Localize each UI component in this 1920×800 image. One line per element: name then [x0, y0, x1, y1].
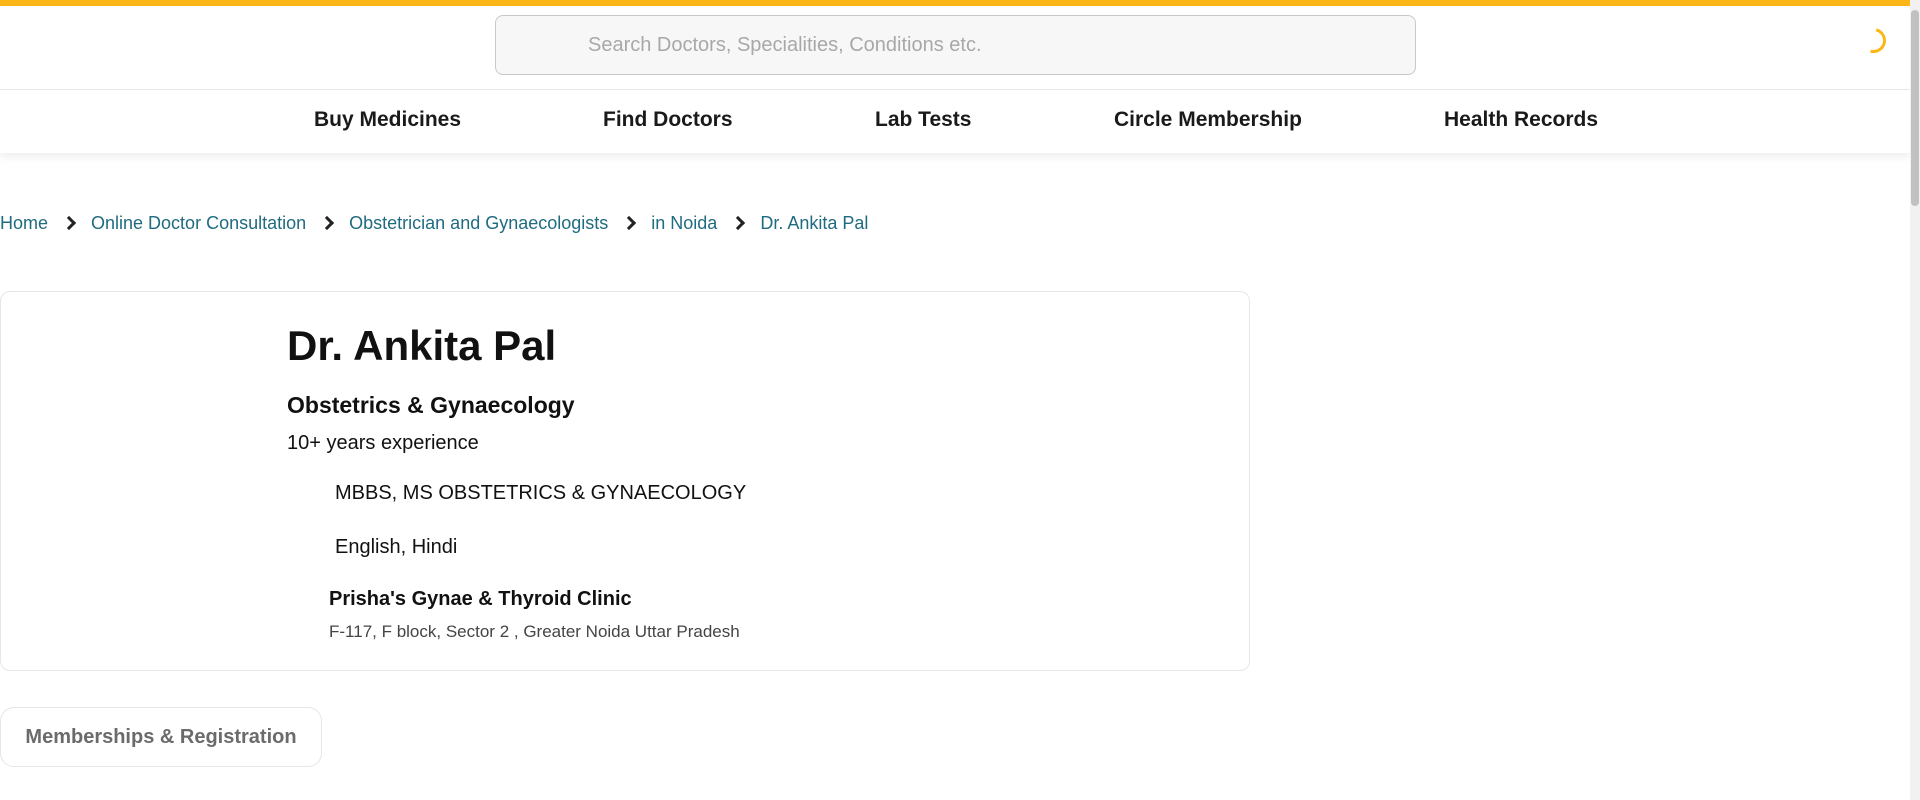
doctor-speciality: Obstetrics & Gynaecology [287, 392, 575, 418]
doctor-languages: English, Hindi [335, 536, 458, 558]
nav-circle-membership[interactable]: Circle Membership [1114, 108, 1302, 132]
site-header [0, 6, 1910, 90]
search-box[interactable] [495, 15, 1416, 75]
breadcrumb-online-consultation[interactable]: Online Doctor Consultation [91, 213, 306, 234]
breadcrumb-city[interactable]: in Noida [651, 213, 717, 234]
nav-lab-tests[interactable]: Lab Tests [875, 108, 971, 132]
breadcrumb: Home Online Doctor Consultation Obstetri… [0, 212, 868, 234]
chevron-right-icon [731, 215, 746, 231]
scrollbar-thumb[interactable] [1911, 10, 1919, 206]
nav-health-records[interactable]: Health Records [1444, 108, 1598, 132]
chevron-right-icon [622, 215, 637, 231]
nav-buy-medicines[interactable]: Buy Medicines [314, 108, 461, 132]
clinic-name: Prisha's Gynae & Thyroid Clinic [329, 588, 632, 610]
doctor-experience: 10+ years experience [287, 432, 479, 454]
doctor-degree: MBBS, MS OBSTETRICS & GYNAECOLOGY [335, 482, 747, 504]
nav-find-doctors[interactable]: Find Doctors [603, 108, 733, 132]
tab-memberships-registration[interactable]: Memberships & Registration [0, 707, 322, 767]
loading-spinner-icon [1856, 23, 1891, 58]
chevron-right-icon [61, 215, 77, 231]
doctor-profile-card: Dr. Ankita Pal Obstetrics & Gynaecology … [0, 291, 1250, 671]
breadcrumb-home[interactable]: Home [0, 213, 48, 234]
clinic-address: F-117, F block, Sector 2 , Greater Noida… [329, 622, 740, 641]
search-input[interactable] [586, 16, 1386, 74]
breadcrumb-doctor[interactable]: Dr. Ankita Pal [760, 213, 868, 234]
main-nav: Buy Medicines Find Doctors Lab Tests Cir… [0, 90, 1910, 153]
chevron-right-icon [320, 215, 335, 231]
breadcrumb-speciality[interactable]: Obstetrician and Gynaecologists [349, 213, 608, 234]
doctor-name: Dr. Ankita Pal [287, 322, 557, 369]
